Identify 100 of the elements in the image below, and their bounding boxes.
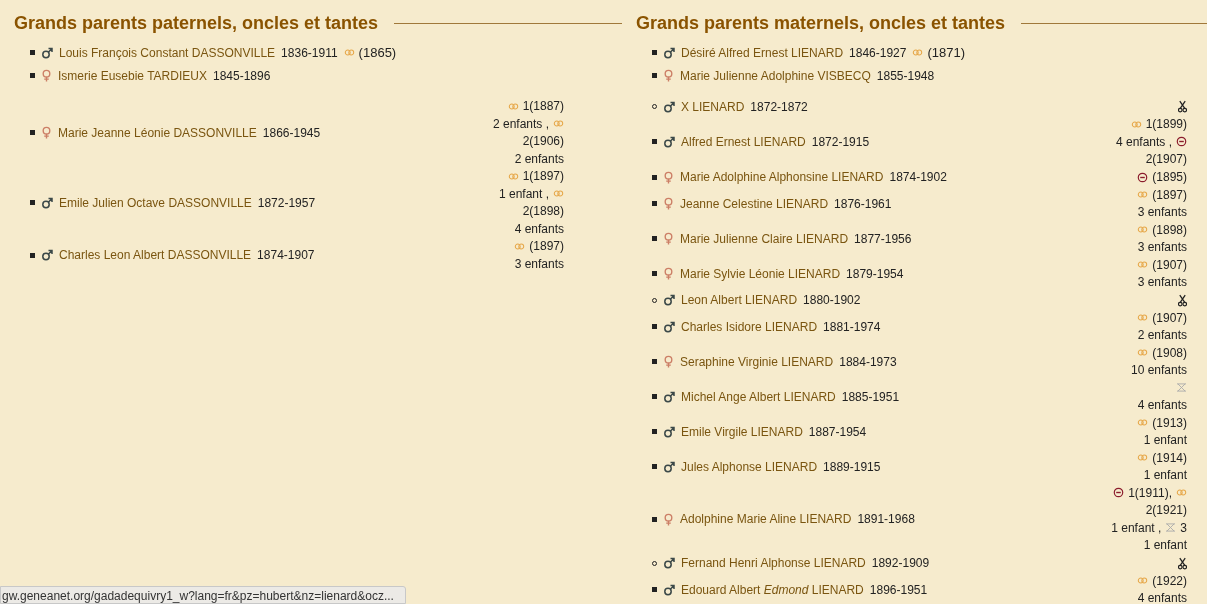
rings-icon bbox=[343, 49, 355, 57]
life-dates: 1846-1927 bbox=[849, 44, 907, 62]
rings-icon bbox=[1137, 261, 1149, 269]
life-dates: 1879-1954 bbox=[846, 265, 904, 283]
person-link[interactable]: Charles Isidore LIENARD bbox=[681, 317, 818, 336]
union-text: 1 enfant bbox=[1143, 432, 1187, 450]
union-text: 10 enfants bbox=[1130, 362, 1187, 380]
scissors-icon bbox=[1178, 293, 1187, 307]
person-link[interactable]: Louis François Constant DASSONVILLE bbox=[59, 43, 276, 62]
person-link[interactable]: Marie Jeanne Léonie DASSONVILLE bbox=[58, 123, 257, 142]
rings-icon bbox=[507, 172, 519, 180]
union-text: (1913) bbox=[1152, 414, 1187, 432]
life-dates: 1887-1954 bbox=[808, 423, 867, 441]
scissors-icon bbox=[1178, 100, 1187, 113]
union-text: 1(1897) bbox=[522, 168, 564, 186]
union-text: 2(1898) bbox=[522, 203, 564, 221]
circled-minus-icon bbox=[1137, 171, 1149, 183]
union-text: 4 enfants , bbox=[1115, 133, 1172, 151]
union-text: 2(1907) bbox=[1145, 151, 1187, 169]
rings-icon bbox=[1137, 419, 1149, 427]
circled-minus-icon bbox=[1176, 136, 1187, 148]
person-link[interactable]: Edouard Albert Edmond LIENARD bbox=[681, 580, 864, 599]
rings-icon bbox=[1130, 120, 1142, 128]
life-dates: 1889-1915 bbox=[823, 458, 881, 476]
circled-minus-icon bbox=[1113, 487, 1125, 499]
rings-icon bbox=[1137, 349, 1149, 357]
life-dates: 1885-1951 bbox=[841, 388, 900, 406]
life-dates: 1872-1915 bbox=[811, 133, 870, 151]
scissors-icon bbox=[1178, 556, 1187, 570]
union-text: (1907) bbox=[1152, 256, 1187, 274]
rings-icon bbox=[514, 242, 526, 250]
union-text: 1 enfant bbox=[1143, 467, 1187, 485]
rings-icon bbox=[553, 190, 564, 198]
life-dates: 1880-1902 bbox=[803, 292, 861, 309]
union-text: (1897) bbox=[1152, 186, 1187, 204]
life-dates: 1845-1896 bbox=[212, 67, 271, 85]
person-link[interactable]: Charles Leon Albert DASSONVILLE bbox=[59, 246, 252, 264]
life-dates: 1876-1961 bbox=[834, 195, 892, 213]
crossed-lines-icon bbox=[1176, 383, 1187, 393]
life-dates: 1866-1945 bbox=[262, 124, 321, 142]
person-link[interactable]: Emile Julien Octave DASSONVILLE bbox=[59, 193, 252, 212]
union-text: 4 enfants bbox=[1137, 590, 1187, 604]
life-dates: 1874-1902 bbox=[889, 169, 947, 186]
union-text: 1 enfant , bbox=[498, 185, 549, 203]
union-text: 3 bbox=[1180, 519, 1187, 537]
union-text: 3 enfants bbox=[514, 255, 564, 273]
union-text: 4 enfants bbox=[514, 220, 564, 238]
life-dates: 1884-1973 bbox=[839, 353, 897, 371]
person-link[interactable]: Fernand Henri Alphonse LIENARD bbox=[681, 554, 866, 572]
union-text: (1908) bbox=[1152, 344, 1187, 362]
life-dates: 1855-1948 bbox=[876, 67, 935, 85]
rings-icon bbox=[1137, 226, 1149, 234]
union-text: 1 enfant bbox=[1143, 537, 1187, 555]
person-link[interactable]: Ismerie Eusebie TARDIEUX bbox=[58, 66, 207, 85]
union-text: 1(1887) bbox=[522, 98, 564, 116]
rings-icon bbox=[912, 49, 924, 57]
rings-icon bbox=[507, 102, 519, 110]
union-text: (1922) bbox=[1152, 572, 1187, 590]
person-link[interactable]: Alfred Ernest LIENARD bbox=[681, 132, 806, 151]
union-text: 2 enfants bbox=[1137, 327, 1187, 345]
person-link[interactable]: Seraphine Virginie LIENARD bbox=[680, 352, 834, 371]
person-link[interactable]: Emile Virgile LIENARD bbox=[681, 422, 803, 441]
square-bullet-icon bbox=[652, 50, 657, 56]
union-text: 2(1906) bbox=[522, 133, 564, 151]
person-link[interactable]: Michel Ange Albert LIENARD bbox=[681, 387, 836, 406]
square-bullet-icon bbox=[652, 73, 657, 78]
rings-icon bbox=[553, 120, 564, 128]
rings-icon bbox=[1137, 577, 1149, 585]
person-link[interactable]: Marie Sylvie Léonie LIENARD bbox=[680, 264, 841, 283]
life-dates: 1881-1974 bbox=[823, 318, 881, 336]
person-link[interactable]: Leon Albert LIENARD bbox=[681, 291, 798, 309]
person-link[interactable]: Marie Julienne Claire LIENARD bbox=[680, 229, 849, 248]
union-text: 3 enfants bbox=[1137, 239, 1187, 257]
person-link[interactable]: Marie Julienne Adolphine VISBECQ bbox=[680, 66, 871, 85]
union-text: 1(1911), bbox=[1128, 484, 1172, 502]
union-text: 2 enfants bbox=[514, 150, 564, 168]
person-link[interactable]: Jules Alphonse LIENARD bbox=[681, 457, 818, 476]
union-text: 2(1921) bbox=[1145, 502, 1187, 520]
union-text: (1897) bbox=[529, 238, 564, 256]
union-text: (1914) bbox=[1152, 449, 1187, 467]
rings-icon bbox=[1137, 191, 1149, 199]
square-bullet-icon bbox=[30, 50, 35, 56]
person-link[interactable]: Désiré Alfred Ernest LIENARD bbox=[681, 43, 844, 62]
life-dates: 1891-1968 bbox=[857, 511, 915, 528]
union-text: 3 enfants bbox=[1137, 204, 1187, 222]
union-text: (1895) bbox=[1152, 169, 1187, 186]
crossed-lines-icon bbox=[1165, 523, 1177, 533]
person-link[interactable]: X LIENARD bbox=[681, 97, 745, 116]
life-dates: 1896-1951 bbox=[869, 581, 928, 599]
life-dates: 1877-1956 bbox=[854, 230, 912, 248]
life-dates: 1874-1907 bbox=[257, 247, 315, 264]
union-text: (1907) bbox=[1152, 309, 1187, 327]
person-link[interactable]: Jeanne Celestine LIENARD bbox=[680, 194, 829, 213]
rings-icon bbox=[1176, 489, 1187, 497]
life-dates: 1872-1957 bbox=[257, 194, 316, 212]
person-link[interactable]: Marie Adolphine Alphonsine LIENARD bbox=[680, 168, 884, 186]
person-link[interactable]: Adolphine Marie Aline LIENARD bbox=[680, 510, 852, 528]
union-text: 1(1899) bbox=[1145, 116, 1187, 134]
life-dates: 1892-1909 bbox=[871, 555, 930, 572]
status-bar-url: gw.geneanet.org/gadadequivry1_w?lang=fr&pz=hubert&nz=lienard&ocz... bbox=[0, 586, 406, 604]
